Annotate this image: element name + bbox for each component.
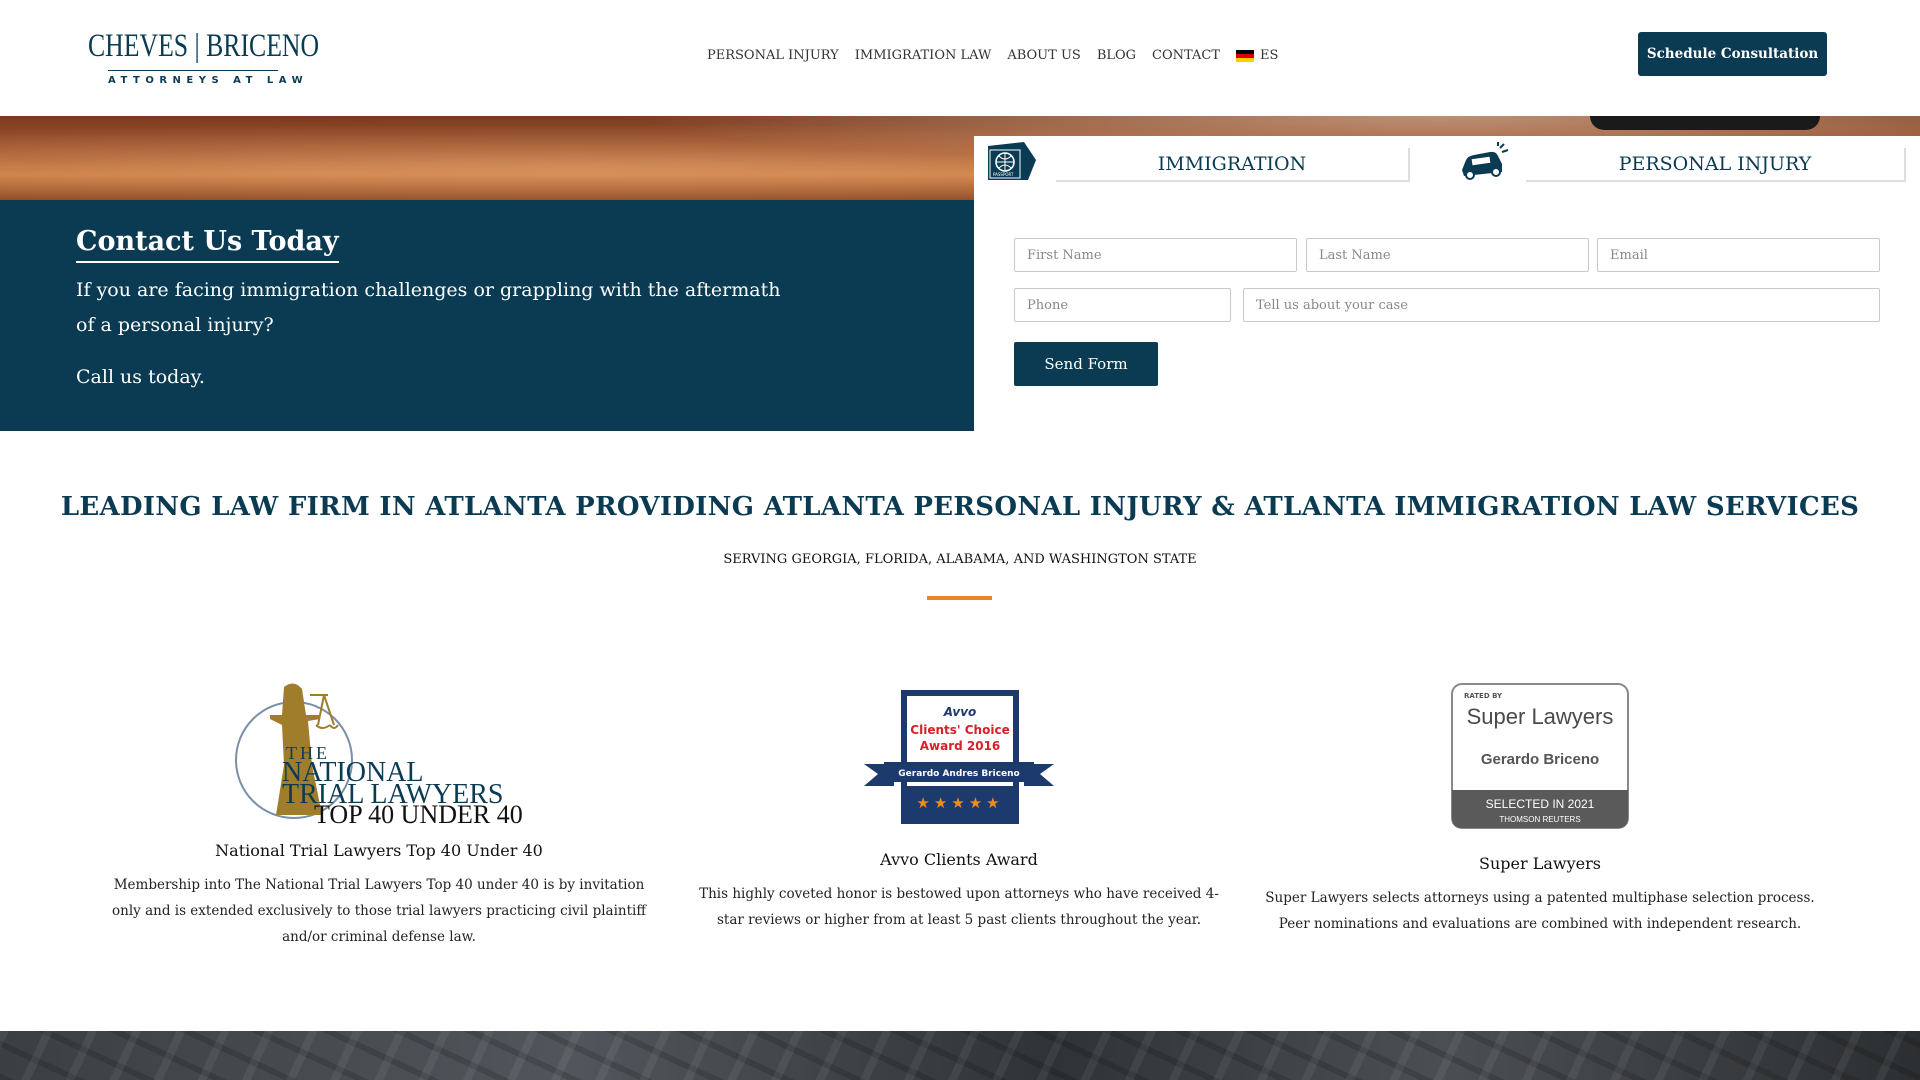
schedule-consultation-button[interactable]: Schedule Consultation xyxy=(1638,32,1827,76)
award-description: Membership into The National Trial Lawye… xyxy=(112,877,646,945)
ntl-logo-top40: TOP 40 UNDER 40 xyxy=(314,800,523,825)
language-label: ES xyxy=(1260,48,1279,63)
avvo-logo-attorney: Gerardo Andres Briceno xyxy=(898,769,1019,779)
avvo-logo-stars: ★★★★★ xyxy=(916,794,1003,812)
contact-form-card: PASSPORT IMMIGRATION PERSONAL INJURY Sen… xyxy=(974,136,1920,431)
nav-blog[interactable]: BLOG xyxy=(1097,48,1136,63)
last-name-input[interactable] xyxy=(1306,238,1589,272)
sl-logo-selected: SELECTED IN 2021 xyxy=(1486,797,1595,811)
contact-panel: Contact Us Today If you are facing immig… xyxy=(0,200,974,431)
service-area-subline: SERVING GEORGIA, FLORIDA, ALABAMA, AND W… xyxy=(723,552,1197,567)
language-switcher[interactable]: ES xyxy=(1236,48,1278,63)
super-lawyers-logo: RATED BY Super Lawyers Gerardo Briceno S… xyxy=(1451,683,1629,829)
hero-shadow xyxy=(1590,116,1820,130)
accent-divider xyxy=(927,596,992,600)
avvo-logo-year: Award 2016 xyxy=(920,739,1001,753)
nav-personal-injury[interactable]: PERSONAL INJURY xyxy=(707,48,839,63)
firm-name: CHEVES | BRICENO xyxy=(88,28,320,64)
passport-icon: PASSPORT xyxy=(988,142,1036,180)
sl-logo-attorney: Gerardo Briceno xyxy=(1481,751,1599,768)
avvo-logo-clients-choice: Clients' Choice xyxy=(910,723,1009,737)
sl-logo-brand: Super Lawyers xyxy=(1467,704,1614,729)
car-crash-icon xyxy=(1462,142,1509,180)
nav-immigration-law[interactable]: IMMIGRATION LAW xyxy=(855,48,992,63)
award-description: Super Lawyers selects attorneys using a … xyxy=(1265,890,1815,932)
send-form-button[interactable]: Send Form xyxy=(1014,342,1158,386)
first-name-input[interactable] xyxy=(1014,238,1297,272)
contact-title: Contact Us Today xyxy=(76,226,339,263)
award-title: National Trial Lawyers Top 40 Under 40 xyxy=(215,841,543,860)
award-avvo-clients-choice: Avvo Clients' Choice Award 2016 Gerardo … xyxy=(696,688,1222,933)
phone-input[interactable] xyxy=(1014,288,1231,322)
firm-logo[interactable]: CHEVES | BRICENO ATTORNEYS AT LAW xyxy=(82,18,342,98)
award-description: This highly coveted honor is bestowed up… xyxy=(699,886,1219,928)
tab-personal-injury[interactable]: PERSONAL INJURY xyxy=(1526,148,1906,182)
contact-text: If you are facing immigration challenges… xyxy=(76,279,781,336)
flag-icon xyxy=(1236,49,1254,62)
award-title: Super Lawyers xyxy=(1479,854,1601,873)
award-national-trial-lawyers: THE NATIONAL TRIAL LAWYERS TOP 40 UNDER … xyxy=(107,675,651,950)
avvo-logo-brand: Avvo xyxy=(943,705,977,719)
tab-immigration[interactable]: IMMIGRATION xyxy=(1056,148,1410,182)
nav-about-us[interactable]: ABOUT US xyxy=(1007,48,1080,63)
award-title: Avvo Clients Award xyxy=(880,850,1038,869)
case-message-input[interactable] xyxy=(1243,288,1880,322)
city-aerial-image xyxy=(0,1031,1920,1080)
contact-call: Call us today. xyxy=(76,366,205,388)
sl-logo-thomson: THOMSON REUTERS xyxy=(1499,815,1580,824)
site-header: CHEVES | BRICENO ATTORNEYS AT LAW PERSON… xyxy=(0,0,1920,116)
national-trial-lawyers-logo: THE NATIONAL TRIAL LAWYERS TOP 40 UNDER … xyxy=(235,683,523,829)
svg-text:PASSPORT: PASSPORT xyxy=(993,172,1014,177)
main-nav: PERSONAL INJURY IMMIGRATION LAW ABOUT US… xyxy=(707,48,1278,63)
nav-contact[interactable]: CONTACT xyxy=(1152,48,1220,63)
sl-logo-rated-by: RATED BY xyxy=(1464,692,1503,700)
page-headline: LEADING LAW FIRM IN ATLANTA PROVIDING AT… xyxy=(60,492,1860,522)
award-super-lawyers: RATED BY Super Lawyers Gerardo Briceno S… xyxy=(1262,682,1818,937)
firm-tagline: ATTORNEYS AT LAW xyxy=(108,70,303,86)
form-tabs: PASSPORT IMMIGRATION PERSONAL INJURY xyxy=(974,136,1920,184)
avvo-badge-logo: Avvo Clients' Choice Award 2016 Gerardo … xyxy=(864,690,1054,824)
email-input[interactable] xyxy=(1597,238,1880,272)
